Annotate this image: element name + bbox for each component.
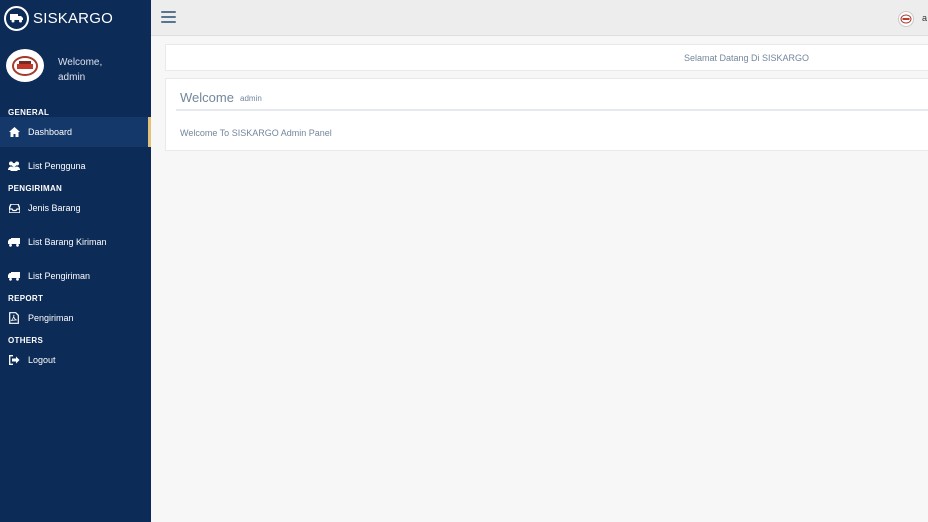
avatar: [6, 49, 44, 82]
sidebar-item-label: Logout: [28, 355, 56, 365]
profile: Welcome, admin: [0, 36, 151, 100]
banner-text: Selamat Datang Di SISKARGO: [684, 53, 810, 63]
sidebar-item-label: Jenis Barang: [28, 203, 81, 213]
truck-icon: [8, 236, 20, 248]
user-avatar[interactable]: [898, 11, 914, 27]
profile-name: admin: [58, 72, 86, 83]
sidebar-item-label: Dashboard: [28, 127, 73, 137]
sidebar-item-label: List Pengiriman: [28, 271, 91, 281]
brand[interactable]: SISKARGO: [0, 0, 151, 36]
home-icon: [8, 126, 20, 138]
app-title: SISKARGO: [33, 9, 113, 27]
sidebar-item-logout[interactable]: Logout: [0, 345, 151, 375]
sidebar-item-dashboard[interactable]: Dashboard: [0, 117, 151, 147]
truck-icon: [8, 270, 20, 282]
sidebar-item-list-barang-kiriman[interactable]: List Barang Kiriman: [0, 227, 151, 257]
welcome-label: Welcome,: [58, 57, 103, 68]
pdf-file-icon: [8, 312, 20, 324]
section-title-general: GENERAL: [8, 108, 50, 117]
sidebar-item-pengiriman-report[interactable]: Pengiriman: [0, 303, 151, 333]
sidebar: SISKARGO Welcome, admin GENERAL Dashboar…: [0, 0, 151, 522]
section-title-pengiriman: PENGIRIMAN: [8, 184, 63, 193]
panel-body-text: Welcome To SISKARGO Admin Panel: [180, 128, 332, 138]
sidebar-item-label: Pengiriman: [28, 313, 74, 323]
welcome-banner: Selamat Datang Di SISKARGO: [165, 44, 928, 71]
sign-out-icon: [8, 354, 20, 366]
panel-title: Welcome: [180, 90, 234, 105]
sidebar-item-list-pengiriman[interactable]: List Pengiriman: [0, 261, 151, 291]
menu-toggle-icon[interactable]: [161, 11, 176, 23]
sidebar-item-label: List Pengguna: [28, 161, 86, 171]
top-nav: a: [151, 0, 928, 36]
section-title-report: REPORT: [8, 294, 44, 303]
users-icon: [8, 160, 20, 172]
sidebar-item-label: List Barang Kiriman: [28, 237, 107, 247]
inbox-icon: [8, 202, 20, 214]
section-title-others: OTHERS: [8, 336, 44, 345]
sidebar-item-jenis-barang[interactable]: Jenis Barang: [0, 193, 151, 223]
welcome-panel: Welcome admin Welcome To SISKARGO Admin …: [165, 78, 928, 151]
truck-icon: [4, 5, 29, 31]
panel-subtitle: admin: [240, 94, 262, 103]
sidebar-item-list-pengguna[interactable]: List Pengguna: [0, 151, 151, 181]
user-menu[interactable]: a: [922, 13, 927, 23]
panel-header: Welcome admin: [176, 87, 928, 111]
